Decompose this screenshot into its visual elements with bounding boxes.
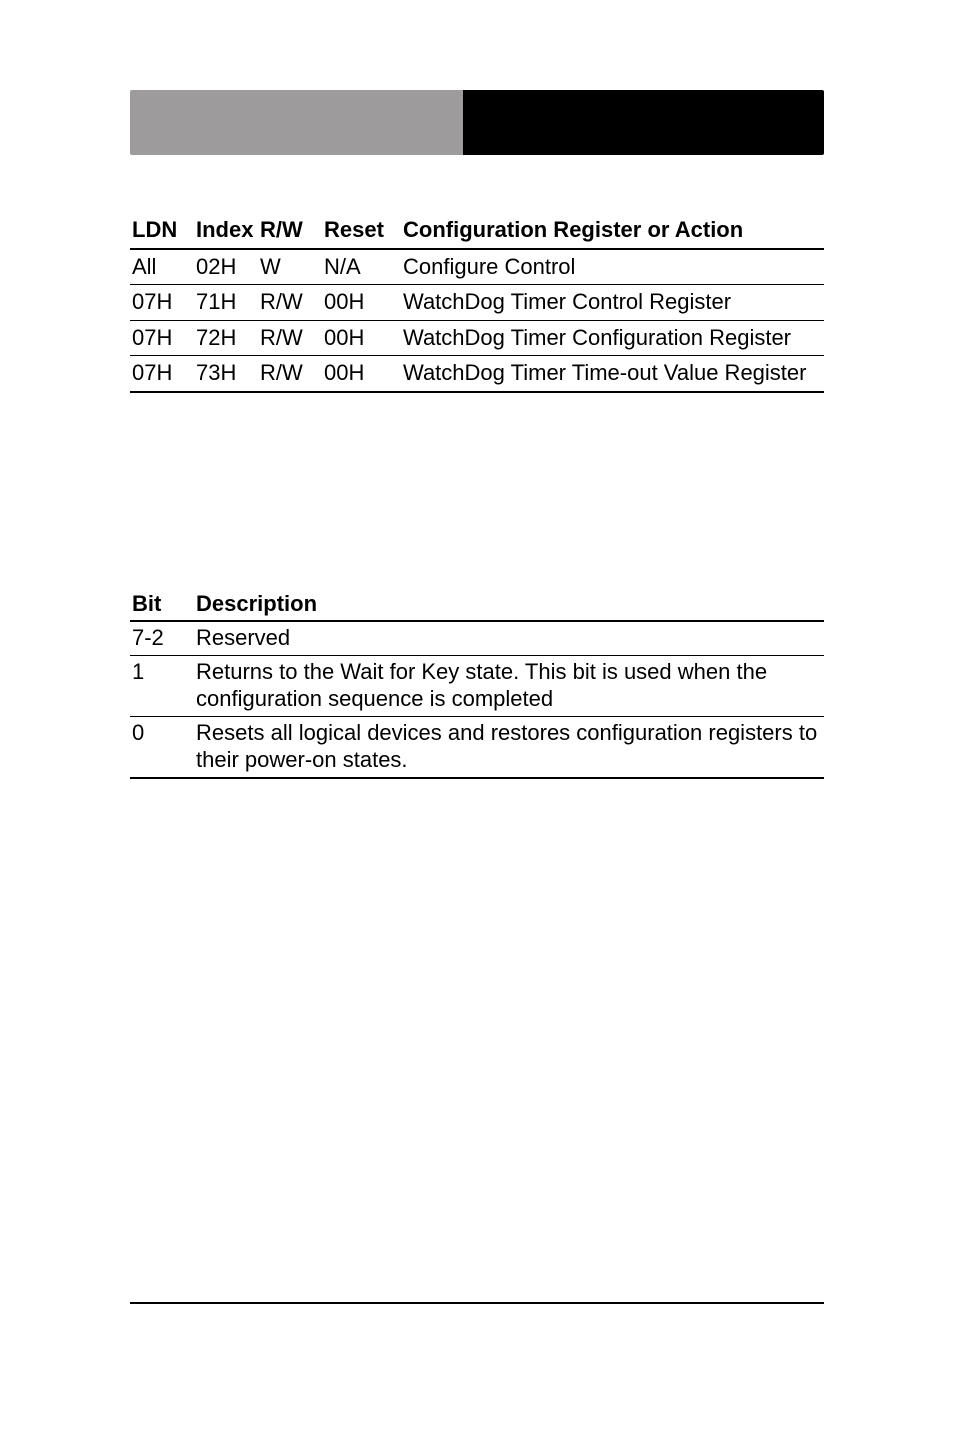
footer-separator [130, 1302, 824, 1304]
register-td-rw: W [258, 249, 322, 285]
register-td-config: Configure Control [401, 249, 824, 285]
bit-td-desc: Returns to the Wait for Key state. This … [194, 655, 824, 716]
bit-td-desc: Resets all logical devices and restores … [194, 716, 824, 778]
register-td-rw: R/W [258, 320, 322, 356]
table-row: 07H 72H R/W 00H WatchDog Timer Configura… [130, 320, 824, 356]
register-td-ldn: All [130, 249, 194, 285]
header-left-block [130, 90, 463, 155]
register-th-reset: Reset [322, 213, 401, 249]
page: LDN Index R/W Reset Configuration Regist… [0, 0, 954, 1434]
register-td-reset: 00H [322, 285, 401, 321]
register-td-reset: N/A [322, 249, 401, 285]
bit-table: Bit Description 7-2 Reserved 1 Returns t… [130, 588, 824, 779]
table-row: 1 Returns to the Wait for Key state. Thi… [130, 655, 824, 716]
register-td-index: 73H [194, 356, 258, 392]
header-bar [130, 90, 824, 155]
register-td-index: 72H [194, 320, 258, 356]
register-table: LDN Index R/W Reset Configuration Regist… [130, 213, 824, 393]
header-right-block [463, 90, 824, 155]
register-th-rw: R/W [258, 213, 322, 249]
register-td-ldn: 07H [130, 320, 194, 356]
register-td-ldn: 07H [130, 356, 194, 392]
table-row: 7-2 Reserved [130, 621, 824, 655]
register-th-config: Configuration Register or Action [401, 213, 824, 249]
table-row: 0 Resets all logical devices and restore… [130, 716, 824, 778]
register-td-config: WatchDog Timer Configuration Register [401, 320, 824, 356]
bit-td-bit: 7-2 [130, 621, 194, 655]
register-td-reset: 00H [322, 356, 401, 392]
register-td-config: WatchDog Timer Time-out Value Register [401, 356, 824, 392]
bit-table-header-row: Bit Description [130, 588, 824, 622]
register-td-rw: R/W [258, 285, 322, 321]
table-row: 07H 71H R/W 00H WatchDog Timer Control R… [130, 285, 824, 321]
bit-th-bit: Bit [130, 588, 194, 622]
bit-td-bit: 0 [130, 716, 194, 778]
table-row: 07H 73H R/W 00H WatchDog Timer Time-out … [130, 356, 824, 392]
bit-td-desc: Reserved [194, 621, 824, 655]
register-td-index: 71H [194, 285, 258, 321]
bit-th-desc: Description [194, 588, 824, 622]
register-td-index: 02H [194, 249, 258, 285]
register-th-index: Index [194, 213, 258, 249]
register-td-ldn: 07H [130, 285, 194, 321]
bit-td-bit: 1 [130, 655, 194, 716]
register-td-rw: R/W [258, 356, 322, 392]
register-td-config: WatchDog Timer Control Register [401, 285, 824, 321]
register-th-ldn: LDN [130, 213, 194, 249]
register-td-reset: 00H [322, 320, 401, 356]
register-table-header-row: LDN Index R/W Reset Configuration Regist… [130, 213, 824, 249]
table-row: All 02H W N/A Configure Control [130, 249, 824, 285]
